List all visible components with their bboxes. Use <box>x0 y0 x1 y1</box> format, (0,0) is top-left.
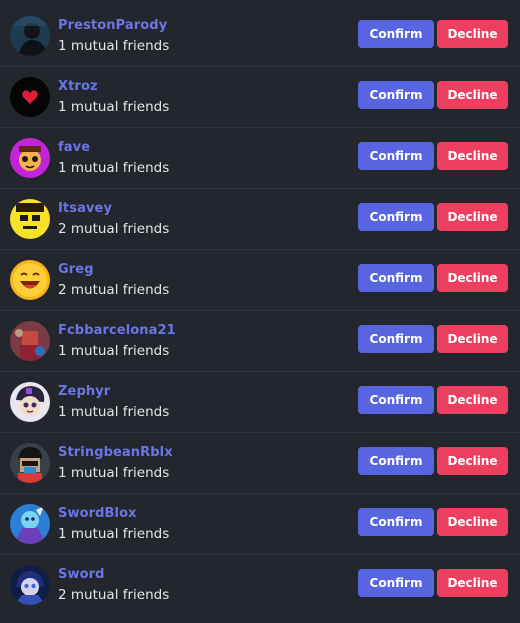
mutual-friends-count: 1 mutual friends <box>58 343 170 359</box>
friend-request-row: Itsavey 2 mutual friends Confirm Decline <box>0 189 520 250</box>
username[interactable]: Itsavey <box>58 201 112 216</box>
friend-request-row: Xtroz 1 mutual friends Confirm Decline <box>0 67 520 128</box>
confirm-button[interactable]: Confirm <box>358 325 434 353</box>
confirm-button[interactable]: Confirm <box>358 81 434 109</box>
avatar[interactable] <box>10 77 50 117</box>
friend-request-row: PrestonParody 1 mutual friends Confirm D… <box>0 6 520 67</box>
mutual-friends-count: 2 mutual friends <box>58 587 170 603</box>
avatar[interactable] <box>10 138 50 178</box>
friend-request-row: fave 1 mutual friends Confirm Decline <box>0 128 520 189</box>
avatar[interactable] <box>10 443 50 483</box>
confirm-button[interactable]: Confirm <box>358 20 434 48</box>
avatar[interactable] <box>10 382 50 422</box>
friend-request-row: Greg 2 mutual friends Confirm Decline <box>0 250 520 311</box>
confirm-button[interactable]: Confirm <box>358 447 434 475</box>
mutual-friends-count: 1 mutual friends <box>58 160 170 176</box>
mutual-friends-count: 1 mutual friends <box>58 526 170 542</box>
mutual-friends-count: 1 mutual friends <box>58 99 170 115</box>
username[interactable]: Xtroz <box>58 79 98 94</box>
avatar[interactable] <box>10 504 50 544</box>
username[interactable]: Fcbbarcelona21 <box>58 323 176 338</box>
decline-button[interactable]: Decline <box>437 325 508 353</box>
avatar[interactable] <box>10 260 50 300</box>
username[interactable]: PrestonParody <box>58 18 167 33</box>
friend-request-row: Zephyr 1 mutual friends Confirm Decline <box>0 372 520 433</box>
confirm-button[interactable]: Confirm <box>358 508 434 536</box>
friend-request-row: Sword 2 mutual friends Confirm Decline <box>0 555 520 617</box>
confirm-button[interactable]: Confirm <box>358 386 434 414</box>
decline-button[interactable]: Decline <box>437 386 508 414</box>
decline-button[interactable]: Decline <box>437 569 508 597</box>
friend-request-row: StringbeanRblx 1 mutual friends Confirm … <box>0 433 520 494</box>
friend-request-row: SwordBlox 1 mutual friends Confirm Decli… <box>0 494 520 555</box>
decline-button[interactable]: Decline <box>437 447 508 475</box>
avatar[interactable] <box>10 321 50 361</box>
friend-request-row: Fcbbarcelona21 1 mutual friends Confirm … <box>0 311 520 372</box>
mutual-friends-count: 2 mutual friends <box>58 221 170 237</box>
username[interactable]: Zephyr <box>58 384 110 399</box>
mutual-friends-count: 1 mutual friends <box>58 38 170 54</box>
decline-button[interactable]: Decline <box>437 20 508 48</box>
decline-button[interactable]: Decline <box>437 508 508 536</box>
avatar[interactable] <box>10 565 50 605</box>
avatar[interactable] <box>10 16 50 56</box>
username[interactable]: SwordBlox <box>58 506 137 521</box>
username[interactable]: fave <box>58 140 90 155</box>
mutual-friends-count: 2 mutual friends <box>58 282 170 298</box>
username[interactable]: StringbeanRblx <box>58 445 173 460</box>
confirm-button[interactable]: Confirm <box>358 569 434 597</box>
mutual-friends-count: 1 mutual friends <box>58 404 170 420</box>
decline-button[interactable]: Decline <box>437 264 508 292</box>
username[interactable]: Greg <box>58 262 94 277</box>
confirm-button[interactable]: Confirm <box>358 142 434 170</box>
decline-button[interactable]: Decline <box>437 81 508 109</box>
friend-request-list: PrestonParody 1 mutual friends Confirm D… <box>0 0 520 623</box>
decline-button[interactable]: Decline <box>437 203 508 231</box>
decline-button[interactable]: Decline <box>437 142 508 170</box>
avatar[interactable] <box>10 199 50 239</box>
confirm-button[interactable]: Confirm <box>358 203 434 231</box>
confirm-button[interactable]: Confirm <box>358 264 434 292</box>
username[interactable]: Sword <box>58 567 105 582</box>
mutual-friends-count: 1 mutual friends <box>58 465 170 481</box>
